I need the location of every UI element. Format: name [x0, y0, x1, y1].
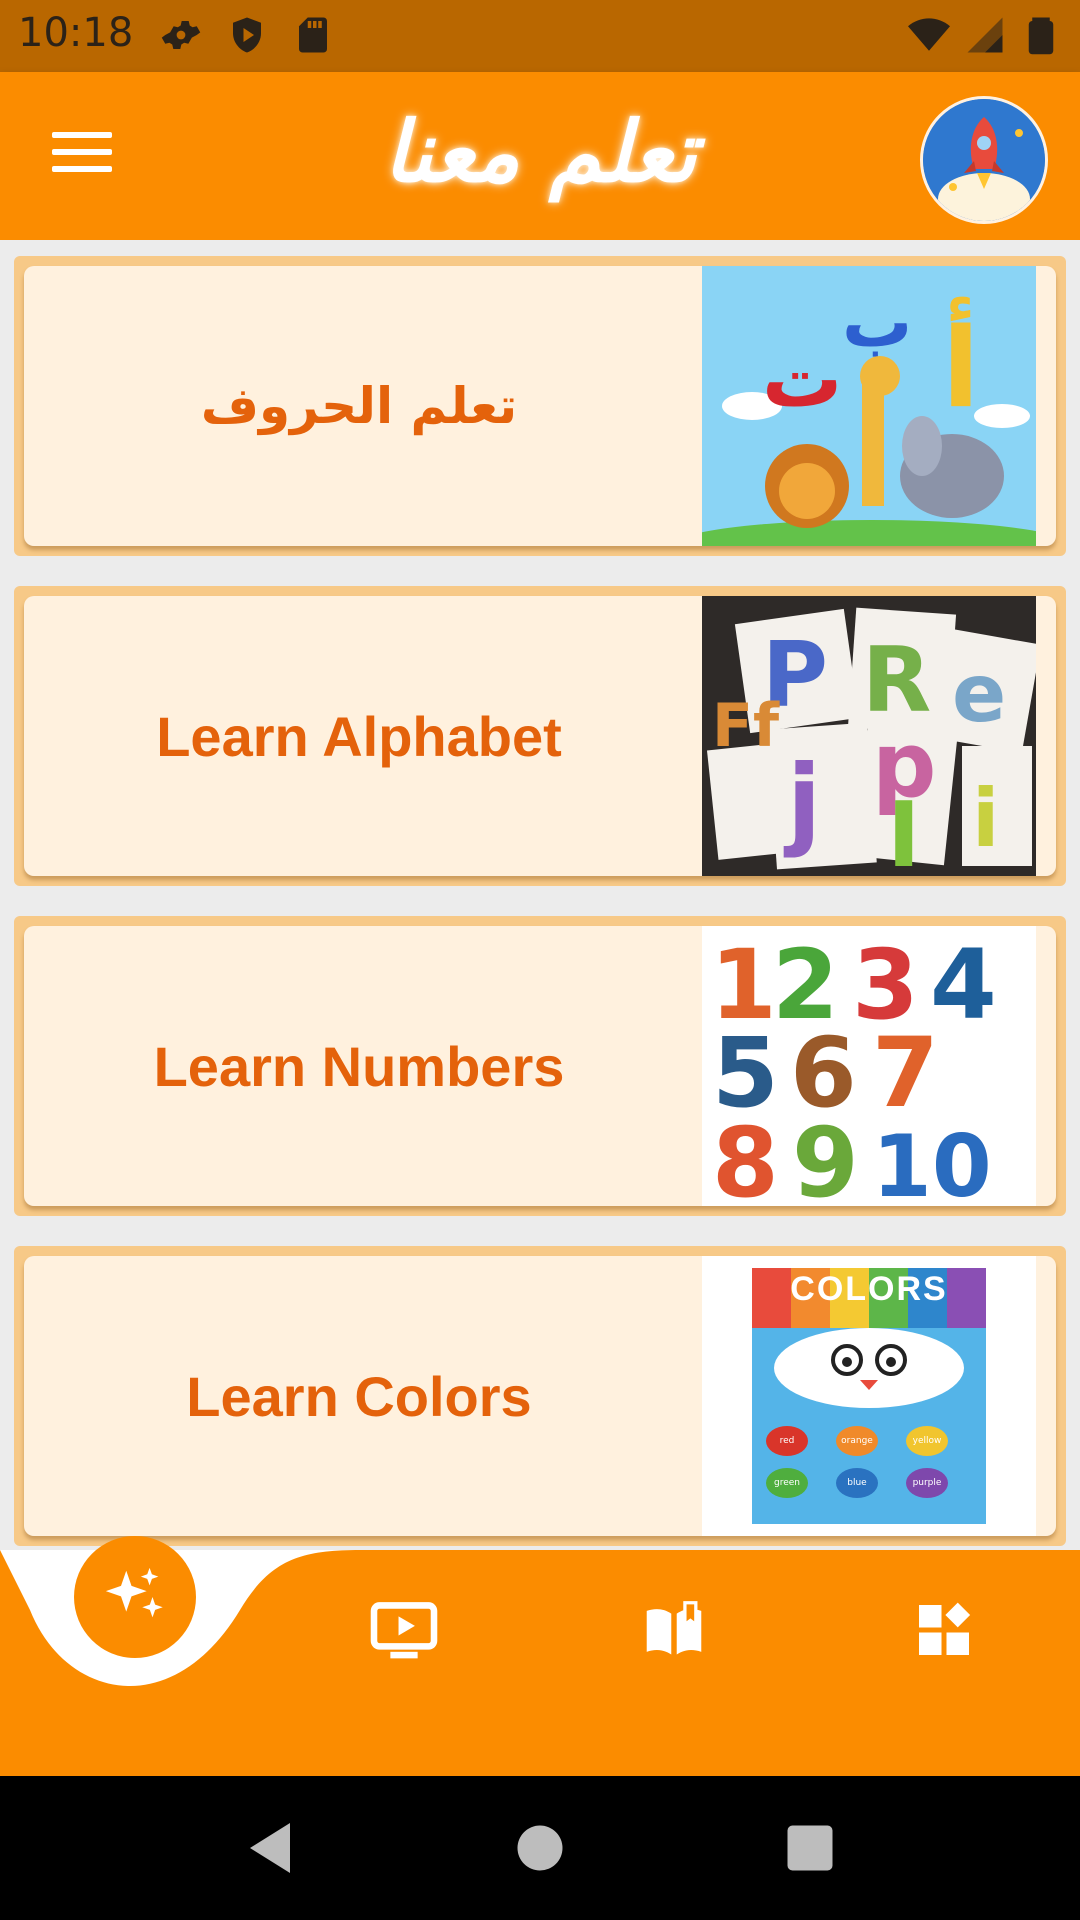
svg-text:4: 4 — [930, 929, 997, 1041]
colors-poster: COLORS red orange yellow green blue purp… — [752, 1268, 986, 1524]
colors-poster-image: COLORS red orange yellow green blue purp… — [702, 1256, 1036, 1536]
course-list: تعلم الحروف أ ب ت Learn Alphabet P R e F… — [0, 240, 1080, 1550]
book-icon[interactable] — [634, 1595, 714, 1665]
app-title: تعلم معنا — [383, 102, 697, 201]
app-bar: تعلم معنا — [0, 72, 1080, 240]
drop-purple: purple — [906, 1468, 948, 1498]
svg-text:8: 8 — [712, 1107, 779, 1206]
status-bar: 10:18 — [0, 0, 1080, 72]
sparkles-icon[interactable] — [74, 1536, 196, 1658]
numbers-image: 1 2 3 4 5 6 7 8 9 10 — [702, 926, 1036, 1206]
card-learn-colors[interactable]: Learn Colors COLORS red orange yellow gr… — [14, 1246, 1066, 1546]
back-icon[interactable] — [240, 1818, 300, 1878]
menu-icon[interactable] — [52, 132, 112, 180]
card-label: Learn Alphabet — [156, 704, 562, 768]
svg-text:ت: ت — [762, 332, 842, 425]
bottom-nav — [0, 1536, 1080, 1776]
card-arabic-letters[interactable]: تعلم الحروف أ ب ت — [14, 256, 1066, 556]
svg-text:j: j — [783, 743, 821, 860]
drop-yellow: yellow — [906, 1426, 948, 1456]
svg-text:I: I — [887, 783, 921, 876]
shield-icon — [233, 17, 261, 53]
card-learn-numbers[interactable]: Learn Numbers 1 2 3 4 5 6 7 8 9 10 — [14, 916, 1066, 1216]
svg-text:10: 10 — [872, 1117, 992, 1206]
sd-card-icon — [299, 17, 327, 53]
svg-text:i: i — [972, 772, 999, 865]
svg-text:أ: أ — [942, 297, 980, 432]
svg-text:e: e — [952, 647, 1006, 740]
poster-title: COLORS — [790, 1270, 948, 1308]
system-nav-bar — [0, 1776, 1080, 1920]
video-icon[interactable] — [364, 1595, 444, 1665]
home-icon[interactable] — [510, 1818, 570, 1878]
svg-text:7: 7 — [872, 1017, 939, 1129]
gear-icon — [161, 21, 201, 49]
recents-icon[interactable] — [780, 1818, 840, 1878]
rocket-icon[interactable] — [920, 96, 1048, 224]
svg-text:9: 9 — [792, 1107, 859, 1206]
alphabet-letters-image: P R e Ff j p I i — [702, 596, 1036, 876]
status-time: 10:18 — [18, 10, 134, 56]
drop-orange: orange — [836, 1426, 878, 1456]
drop-green: green — [766, 1468, 808, 1498]
card-label: Learn Numbers — [153, 1034, 565, 1098]
svg-text:Ff: Ff — [712, 691, 780, 761]
battery-icon — [1028, 17, 1054, 55]
card-learn-alphabet[interactable]: Learn Alphabet P R e Ff j p I i — [14, 586, 1066, 886]
grid-icon[interactable] — [904, 1595, 984, 1665]
drop-blue: blue — [836, 1468, 878, 1498]
color-drops: red orange yellow green blue purple — [752, 1418, 986, 1518]
drop-red: red — [766, 1426, 808, 1456]
signal-icon — [967, 17, 1003, 53]
svg-text:ب: ب — [842, 281, 912, 363]
card-label: تعلم الحروف — [200, 377, 518, 435]
arabic-letters-animals-image: أ ب ت — [702, 266, 1036, 546]
card-label: Learn Colors — [186, 1364, 532, 1428]
wifi-icon — [908, 18, 950, 51]
